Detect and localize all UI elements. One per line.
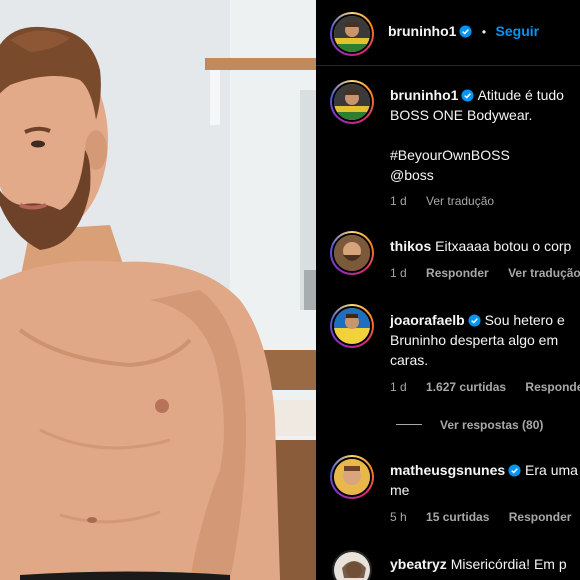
follow-button[interactable]: Seguir [496,23,540,39]
avatar-image-icon [334,552,370,580]
post-photo[interactable] [0,0,316,580]
comment-matheusgsnunes: matheusgsnunes Era uma [390,461,580,480]
comment-avatar-matheusgsnunes[interactable] [330,455,374,499]
verified-badge-icon [461,89,474,102]
comment-text-line-3: caras. [390,352,429,368]
comment-meta: 5 h 15 curtidas Responder [390,510,580,524]
comment-time: 1 d [390,266,407,280]
comment-joaorafaelb: joaorafaelb Sou hetero e [390,311,580,330]
reply-button[interactable]: Responder [525,380,580,394]
view-replies-button[interactable]: Ver respostas (80) [396,418,559,432]
comment-meta: 1 d Responder Ver tradução [390,266,580,280]
caption-translate-button[interactable]: Ver tradução [426,194,494,208]
avatar-image-icon [334,459,370,495]
caption-time: 1 d [390,194,407,208]
verified-badge-icon [468,314,481,327]
caption-line-1: bruninho1 Atitude é tudo [390,86,580,105]
avatar-image-icon [334,84,370,120]
avatar-image-icon [334,235,370,271]
reply-button[interactable]: Responder [509,510,572,524]
comment-text: Misericórdia! Em p [450,556,567,572]
caption-hashtag[interactable]: #BeyourOwnBOSS [390,146,580,165]
caption-meta: 1 d Ver tradução [390,194,510,208]
comment-meta: 1 d 1.627 curtidas Responder [390,380,580,394]
comment-avatar-thikos[interactable] [330,231,374,275]
comment-text: Era uma [525,462,578,478]
translate-button[interactable]: Ver tradução [508,266,580,280]
caption-avatar[interactable] [330,80,374,124]
comment-avatar-joaorafaelb[interactable] [330,304,374,348]
comment-text-line-2: me [390,482,410,498]
comment-thikos: thikos Eitxaaaa botou o corp [390,237,580,256]
comment-time: 1 d [390,380,407,394]
comments-panel: bruninho1 • Seguir bruninho1 Atitude é t… [316,0,580,580]
post-header: bruninho1 • Seguir [316,0,580,66]
avatar-image-icon [334,308,370,344]
verified-badge-icon [508,464,521,477]
caption-text: Atitude é tudo [477,87,564,103]
likes-count[interactable]: 15 curtidas [426,510,489,524]
post-image [0,0,316,580]
verified-badge-icon [459,25,472,38]
comment-username[interactable]: joaorafaelb [390,312,465,328]
comment-avatar-ybeatryz[interactable] [332,550,372,580]
comment-text: Eitxaaaa botou o corp [435,238,572,254]
comment-text-line-2: Bruninho desperta algo em [390,332,559,348]
likes-count[interactable]: 1.627 curtidas [426,380,506,394]
comment-username[interactable]: thikos [390,238,431,254]
caption-line-2: BOSS ONE Bodywear. [390,107,533,123]
comment-username[interactable]: matheusgsnunes [390,462,505,478]
caption-username[interactable]: bruninho1 [390,87,458,103]
comment-time: 5 h [390,510,407,524]
comment-username[interactable]: ybeatryz [390,556,447,572]
comment-ybeatryz: ybeatryz Misericórdia! Em p [390,555,580,574]
author-username[interactable]: bruninho1 [388,23,456,39]
avatar-image-icon [334,16,370,52]
author-avatar[interactable] [330,12,374,56]
separator-dot: • [481,25,487,39]
reply-button[interactable]: Responder [426,266,489,280]
caption-mention[interactable]: @boss [390,166,580,185]
comment-text: Sou hetero e [484,312,565,328]
view-replies-label: Ver respostas (80) [440,418,544,432]
replies-line-divider [396,424,422,425]
